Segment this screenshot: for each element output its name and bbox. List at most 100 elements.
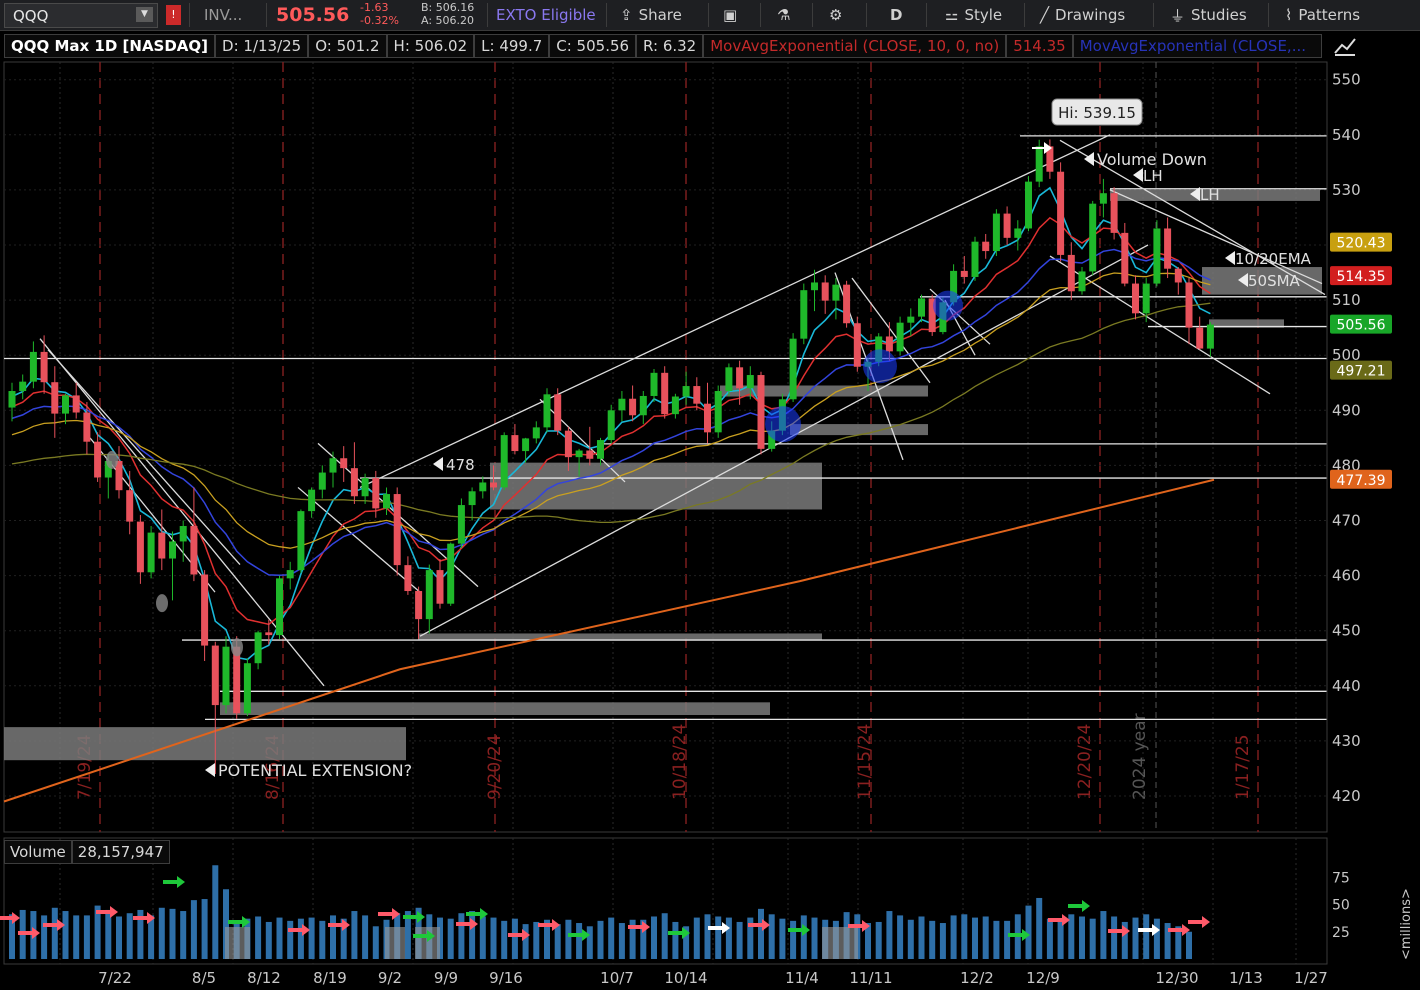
volume-bar (62, 911, 69, 959)
arrow-right-icon (1032, 142, 1052, 154)
candle-body (372, 478, 380, 509)
y-tick-label: 470 (1332, 512, 1361, 530)
candle-body (308, 489, 316, 512)
volume-bar (265, 921, 272, 959)
candle-body (254, 632, 262, 664)
sma-label: 50SMA (1248, 272, 1301, 290)
last-price: 505.56 (276, 4, 350, 26)
moving-averages (3, 186, 1215, 803)
candle-body (532, 427, 540, 439)
x-tick-label: 1/27 (1294, 969, 1328, 987)
volume-zone (822, 927, 858, 959)
candle-body (1035, 146, 1043, 182)
volume-pane-frame (3, 837, 1328, 965)
alert-flag-icon[interactable]: ! (166, 5, 181, 25)
volume-bar (19, 909, 26, 959)
candle-body (800, 290, 808, 339)
chart-title[interactable]: QQQ Max 1D [NASDAQ] (4, 34, 216, 58)
ema10-study-label[interactable]: MovAvgExponential (CLOSE, 10, 0, no) (703, 34, 1007, 58)
volume-signal-arrow (456, 918, 478, 930)
trend-line (851, 277, 931, 384)
trend-line (359, 134, 1111, 489)
x-tick-label: 8/5 (192, 969, 216, 987)
news-icon[interactable]: ▣ (723, 0, 737, 30)
share-icon: ⇪ (620, 6, 633, 24)
symbol-selector[interactable]: QQQ ▼ (4, 3, 158, 28)
grid: 7/19/24 8/16/24 9/20/24 10/18/24 11/15/24 12/… (3, 61, 1328, 965)
volume-bar (501, 920, 508, 959)
header-high: H: 506.02 (386, 34, 475, 58)
share-button[interactable]: ⇪ Share (620, 0, 682, 30)
support-zones (4, 189, 1322, 761)
volume-bar (415, 907, 422, 959)
moving-average-line (11, 248, 1211, 576)
candle-body (992, 213, 1000, 252)
studies-button[interactable]: ⏚ Studies (1170, 0, 1247, 30)
volume-bar (1175, 926, 1182, 959)
x-tick-label: 7/22 (98, 969, 132, 987)
volume-bar (1186, 931, 1192, 959)
candle-body (671, 396, 679, 415)
price-tag-text: 514.35 (1337, 269, 1386, 285)
candle-body (832, 284, 840, 301)
y-tick-label: 520 (1332, 236, 1361, 254)
patterns-label: Patterns (1298, 6, 1361, 24)
exto-eligible-link[interactable]: EXTO Eligible (496, 0, 596, 30)
price-tag (1330, 469, 1392, 489)
volume-bar (362, 915, 369, 959)
candle-body (83, 412, 91, 442)
volume-bar (768, 914, 775, 959)
volume-bar (651, 916, 657, 959)
volume-bar (180, 911, 187, 959)
candle-body (1099, 193, 1107, 204)
volume-bar (137, 909, 144, 959)
volume-signal-arrow (848, 920, 870, 932)
volume-bar (725, 917, 732, 959)
chart-settings-icon[interactable] (1332, 34, 1358, 58)
chevron-down-icon[interactable]: ▼ (136, 7, 153, 22)
drawings-button[interactable]: ╱ Drawings (1040, 0, 1125, 30)
candle-body (714, 391, 722, 433)
divider (1153, 3, 1154, 27)
header-date: D: 1/13/25 (215, 34, 309, 58)
candle-body (72, 395, 80, 413)
candle-body (51, 382, 59, 414)
candle-body (607, 410, 615, 441)
volume-bar (832, 920, 839, 959)
volume-signal-arrow (1138, 924, 1160, 936)
candle-body (971, 241, 979, 277)
support-zone (220, 702, 770, 716)
patterns-button[interactable]: ⌇ Patterns (1285, 0, 1360, 30)
candle-body (597, 440, 604, 459)
support-zone (1209, 319, 1284, 328)
gear-icon[interactable]: ⚙ (829, 0, 842, 30)
volume-signal-arrow (403, 911, 425, 923)
volume-bar (693, 917, 700, 959)
candle-body (457, 505, 465, 544)
candle-body (639, 395, 647, 416)
volume-label[interactable]: Volume (4, 840, 72, 864)
candle-body (211, 645, 219, 706)
volume-bar (1025, 905, 1032, 959)
trend-lines (4, 134, 1327, 721)
inv-button[interactable]: INV... (204, 0, 242, 30)
volume-bar (351, 911, 358, 959)
volume-bar (1036, 897, 1043, 959)
flask-icon[interactable]: ⚗ (777, 0, 790, 30)
vertical-date-label: 2024 year (1130, 713, 1150, 800)
candle-body (564, 430, 572, 458)
candle-body (1014, 228, 1022, 238)
trend-line (1109, 189, 1323, 285)
trend-line (1059, 139, 1326, 296)
pointer-arrow (205, 763, 215, 777)
candle-body (704, 403, 711, 433)
volume-signal-arrow (538, 919, 560, 931)
period-selector[interactable]: D (890, 0, 902, 30)
x-tick-label: 11/4 (785, 969, 819, 987)
candle-body (201, 574, 209, 646)
divider (926, 3, 927, 27)
style-button[interactable]: ⚍ Style (945, 0, 1002, 30)
price-tag (1330, 232, 1392, 252)
ema20-study-label[interactable]: MovAvgExponential (CLOSE,... (1072, 34, 1322, 58)
volume-bar (854, 914, 861, 959)
